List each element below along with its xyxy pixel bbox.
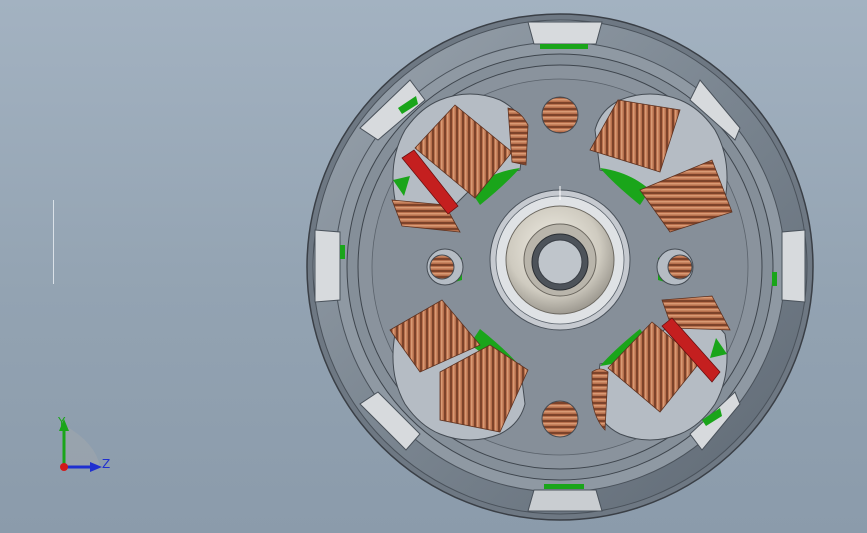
cad-graphics-area[interactable]: Y Z — [0, 0, 867, 533]
axis-triad — [59, 419, 102, 472]
z-axis-label: Z — [102, 457, 111, 471]
motor-model[interactable] — [0, 0, 867, 533]
y-axis-label: Y — [58, 415, 66, 429]
